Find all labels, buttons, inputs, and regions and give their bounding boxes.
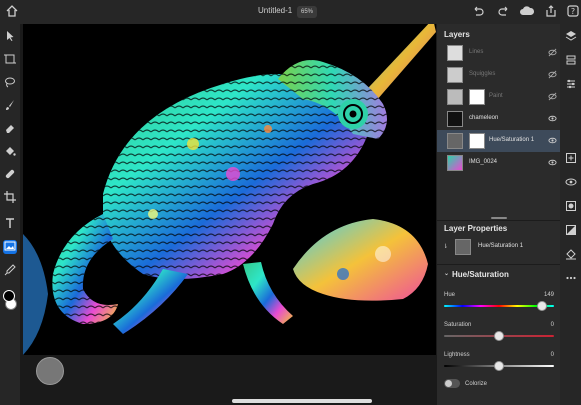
- hue-saturation-section[interactable]: ⌄ Hue/Saturation: [444, 270, 509, 279]
- document-title[interactable]: Untitled-1: [258, 6, 292, 15]
- lasso-icon[interactable]: [3, 76, 17, 90]
- layer-stack-icon[interactable]: [564, 54, 577, 67]
- hidden-eye-icon[interactable]: [547, 70, 557, 80]
- adjustment-layer-icon: [455, 239, 471, 255]
- lightness-value: 0: [550, 352, 554, 358]
- hue-slider-track[interactable]: [444, 301, 554, 311]
- layers-panel: Layers Lines Squiggles Paint chameleon H…: [436, 24, 561, 405]
- foreground-color-swatch[interactable]: [3, 290, 15, 302]
- lightness-label: Lightness: [444, 352, 470, 358]
- healing-icon[interactable]: [3, 168, 17, 182]
- visibility-icon[interactable]: [564, 176, 577, 189]
- adjustments-icon[interactable]: [564, 78, 577, 91]
- layer-thumbnail: [447, 67, 463, 83]
- touch-shortcut-button[interactable]: [36, 357, 64, 385]
- layer-row[interactable]: Squiggles: [437, 64, 561, 86]
- eye-icon[interactable]: [547, 114, 557, 124]
- more-options-icon[interactable]: [564, 272, 577, 285]
- cloud-icon[interactable]: [519, 4, 535, 20]
- panel-resize-handle[interactable]: [491, 217, 507, 219]
- layer-row[interactable]: chameleon: [437, 108, 561, 130]
- select-icon[interactable]: [3, 30, 17, 44]
- hidden-eye-icon[interactable]: [547, 92, 557, 102]
- layers-icon[interactable]: [564, 30, 577, 43]
- chevron-down-icon: ⌄: [444, 271, 450, 277]
- adjustment-layer-icon: [447, 133, 463, 149]
- colorize-label: Colorize: [465, 381, 488, 387]
- brush-icon[interactable]: [3, 99, 17, 113]
- help-icon[interactable]: ?: [565, 4, 581, 20]
- layer-name: Squiggles: [469, 71, 496, 77]
- saturation-slider-knob[interactable]: [494, 331, 504, 341]
- mask-icon[interactable]: [564, 200, 577, 213]
- link-icon: ⇂: [443, 244, 449, 250]
- divider: [437, 264, 561, 265]
- home-icon[interactable]: [4, 4, 20, 20]
- add-layer-icon[interactable]: [564, 152, 577, 165]
- hue-saturation-title: Hue/Saturation: [452, 270, 509, 279]
- saturation-label: Saturation: [444, 322, 472, 328]
- hue-label: Hue: [444, 292, 456, 298]
- layer-name: chameleon: [469, 115, 499, 121]
- crop-icon[interactable]: [3, 191, 17, 205]
- zoom-level[interactable]: 65%: [297, 6, 318, 18]
- tool-bar: [0, 24, 20, 405]
- eye-icon[interactable]: [547, 158, 557, 168]
- svg-text:?: ?: [571, 7, 575, 16]
- layer-name: IMG_0024: [469, 159, 498, 165]
- right-icon-rail: [560, 24, 581, 405]
- hidden-eye-icon[interactable]: [547, 48, 557, 58]
- image-icon[interactable]: [3, 240, 17, 254]
- layer-name: Lines: [469, 49, 484, 55]
- hue-slider-knob[interactable]: [536, 301, 547, 311]
- hue-value: 149: [543, 292, 554, 298]
- lightness-slider-knob[interactable]: [494, 361, 504, 371]
- redo-icon[interactable]: [496, 4, 512, 20]
- properties-layer-name: Hue/Saturation 1: [478, 243, 524, 249]
- layer-mask-thumbnail: [469, 133, 485, 149]
- top-bar: Untitled-1 65% ?: [0, 0, 581, 24]
- canvas-area[interactable]: [20, 24, 436, 405]
- divider: [437, 220, 561, 221]
- transform-icon[interactable]: [3, 53, 17, 67]
- undo-icon[interactable]: [470, 4, 486, 20]
- layer-row[interactable]: IMG_0024: [437, 152, 561, 174]
- fill-bucket-icon[interactable]: [564, 248, 577, 261]
- saturation-value: 0: [550, 322, 554, 328]
- type-icon[interactable]: [3, 217, 17, 231]
- lightness-slider-track[interactable]: [444, 361, 554, 371]
- layer-properties-row[interactable]: ⇂ Hue/Saturation 1: [441, 236, 559, 258]
- eyedropper-icon[interactable]: [3, 264, 17, 278]
- saturation-slider-track[interactable]: [444, 331, 554, 341]
- layer-thumbnail: [447, 111, 463, 127]
- layers-panel-title: Layers: [444, 30, 470, 39]
- eraser-icon[interactable]: [3, 122, 17, 136]
- eye-icon[interactable]: [547, 136, 557, 146]
- layer-mask-thumbnail: [469, 89, 485, 105]
- home-indicator: [232, 399, 372, 403]
- layer-name: Paint: [489, 93, 503, 99]
- layer-row[interactable]: Lines: [437, 42, 561, 64]
- layer-properties-title: Layer Properties: [444, 224, 508, 233]
- fill-icon[interactable]: [3, 145, 17, 159]
- share-icon[interactable]: [543, 4, 559, 20]
- layer-thumbnail: [447, 89, 463, 105]
- layer-row[interactable]: Paint: [437, 86, 561, 108]
- colorize-toggle[interactable]: [444, 379, 460, 388]
- adjustment-layer-icon[interactable]: [564, 224, 577, 237]
- chameleon-artwork[interactable]: [23, 24, 436, 355]
- layer-row-selected[interactable]: Hue/Saturation 1: [437, 130, 561, 152]
- layer-thumbnail: [447, 45, 463, 61]
- layer-name: Hue/Saturation 1: [489, 137, 535, 143]
- layer-thumbnail: [447, 155, 463, 171]
